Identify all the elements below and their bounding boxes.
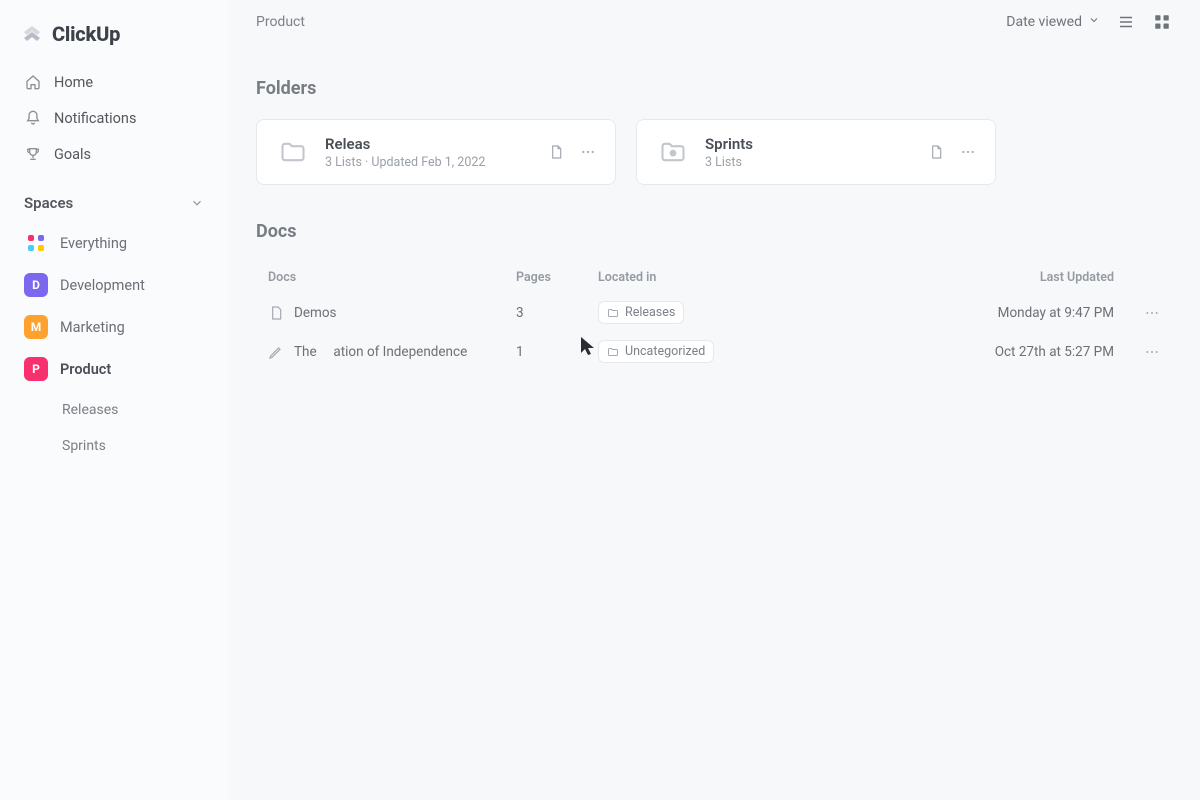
sort-label: Date viewed bbox=[1006, 14, 1082, 30]
located-label: Releases bbox=[625, 305, 675, 320]
sidebar: ClickUp Home Notifications Goals Spaces … bbox=[0, 0, 228, 800]
space-badge-development: D bbox=[24, 273, 48, 297]
folder-name: Releas bbox=[325, 135, 485, 153]
space-development[interactable]: D Development bbox=[14, 264, 214, 306]
space-marketing-label: Marketing bbox=[60, 319, 125, 336]
space-badge-product: P bbox=[24, 357, 48, 381]
located-chip[interactable]: Releases bbox=[598, 301, 684, 324]
chevron-down-icon bbox=[1088, 14, 1100, 30]
spaces-section-label: Spaces bbox=[24, 194, 73, 212]
space-product-label: Product bbox=[60, 361, 111, 378]
doc-icon bbox=[268, 305, 284, 321]
bell-icon bbox=[24, 109, 42, 127]
nav-everything-label: Everything bbox=[60, 235, 127, 252]
chevron-down-icon bbox=[190, 196, 204, 210]
folder-sprint-icon bbox=[655, 134, 691, 170]
doc-pages: 3 bbox=[508, 305, 598, 321]
nav-everything[interactable]: Everything bbox=[14, 222, 214, 264]
clickup-logo-icon bbox=[20, 22, 44, 46]
topbar-right: Date viewed bbox=[1006, 12, 1172, 32]
breadcrumb[interactable]: Product bbox=[256, 14, 305, 30]
doc-updated: Oct 27th at 5:27 PM bbox=[930, 344, 1120, 360]
trophy-icon bbox=[24, 145, 42, 163]
space-marketing[interactable]: M Marketing bbox=[14, 306, 214, 348]
space-development-label: Development bbox=[60, 277, 145, 294]
main-area: Product Date viewed Folders Releas bbox=[228, 0, 1200, 800]
brand-logo[interactable]: ClickUp bbox=[14, 22, 214, 64]
pen-icon bbox=[268, 344, 284, 360]
col-updated: Last Updated bbox=[930, 270, 1120, 285]
grid-icon bbox=[24, 231, 48, 255]
folder-icon bbox=[275, 134, 311, 170]
doc-updated: Monday at 9:47 PM bbox=[930, 305, 1120, 321]
folders-row: Releas 3 Lists · Updated Feb 1, 2022 Spr… bbox=[256, 119, 1172, 185]
row-more-button[interactable] bbox=[1120, 305, 1160, 321]
folder-name: Sprints bbox=[705, 135, 753, 153]
brand-name: ClickUp bbox=[52, 22, 120, 46]
file-icon[interactable] bbox=[547, 143, 565, 161]
folders-title: Folders bbox=[256, 78, 1172, 99]
more-icon[interactable] bbox=[959, 143, 977, 161]
docs-table-head: Docs Pages Located in Last Updated bbox=[256, 262, 1172, 293]
col-docs: Docs bbox=[268, 270, 508, 285]
nav-goals[interactable]: Goals bbox=[14, 136, 214, 172]
nav-home[interactable]: Home bbox=[14, 64, 214, 100]
file-icon[interactable] bbox=[927, 143, 945, 161]
space-product[interactable]: P Product bbox=[14, 348, 214, 390]
doc-name-text: The ation of Independence bbox=[294, 344, 467, 360]
docs-title: Docs bbox=[256, 221, 1172, 242]
doc-pages: 1 bbox=[508, 344, 598, 360]
space-product-children: Releases Sprints bbox=[14, 394, 214, 462]
space-badge-marketing: M bbox=[24, 315, 48, 339]
folder-subtitle: 3 Lists · Updated Feb 1, 2022 bbox=[325, 155, 485, 170]
nav-notifications[interactable]: Notifications bbox=[14, 100, 214, 136]
doc-row-declaration[interactable]: The ation of Independence 1 Uncategorize… bbox=[256, 332, 1172, 371]
topbar: Product Date viewed bbox=[256, 10, 1172, 42]
folder-card-actions bbox=[927, 143, 977, 161]
located-label: Uncategorized bbox=[625, 344, 705, 359]
row-more-button[interactable] bbox=[1120, 344, 1160, 360]
located-chip[interactable]: Uncategorized bbox=[598, 340, 714, 363]
spaces-section-toggle[interactable]: Spaces bbox=[14, 172, 214, 222]
doc-row-demos[interactable]: Demos 3 Releases Monday at 9:47 PM bbox=[256, 293, 1172, 332]
grid-view-button[interactable] bbox=[1152, 12, 1172, 32]
col-pages: Pages bbox=[508, 270, 598, 285]
nav-goals-label: Goals bbox=[54, 146, 91, 163]
doc-name-text: Demos bbox=[294, 305, 337, 321]
more-icon[interactable] bbox=[579, 143, 597, 161]
space-child-sprints[interactable]: Sprints bbox=[62, 430, 214, 462]
space-child-releases[interactable]: Releases bbox=[62, 394, 214, 426]
folder-subtitle: 3 Lists bbox=[705, 155, 753, 170]
nav-notifications-label: Notifications bbox=[54, 110, 136, 127]
list-view-button[interactable] bbox=[1116, 12, 1136, 32]
folder-card-sprints[interactable]: Sprints 3 Lists bbox=[636, 119, 996, 185]
col-located: Located in bbox=[598, 270, 930, 285]
folder-card-releases[interactable]: Releas 3 Lists · Updated Feb 1, 2022 bbox=[256, 119, 616, 185]
folder-card-actions bbox=[547, 143, 597, 161]
sort-button[interactable]: Date viewed bbox=[1006, 14, 1100, 30]
nav-home-label: Home bbox=[54, 74, 93, 91]
home-icon bbox=[24, 73, 42, 91]
